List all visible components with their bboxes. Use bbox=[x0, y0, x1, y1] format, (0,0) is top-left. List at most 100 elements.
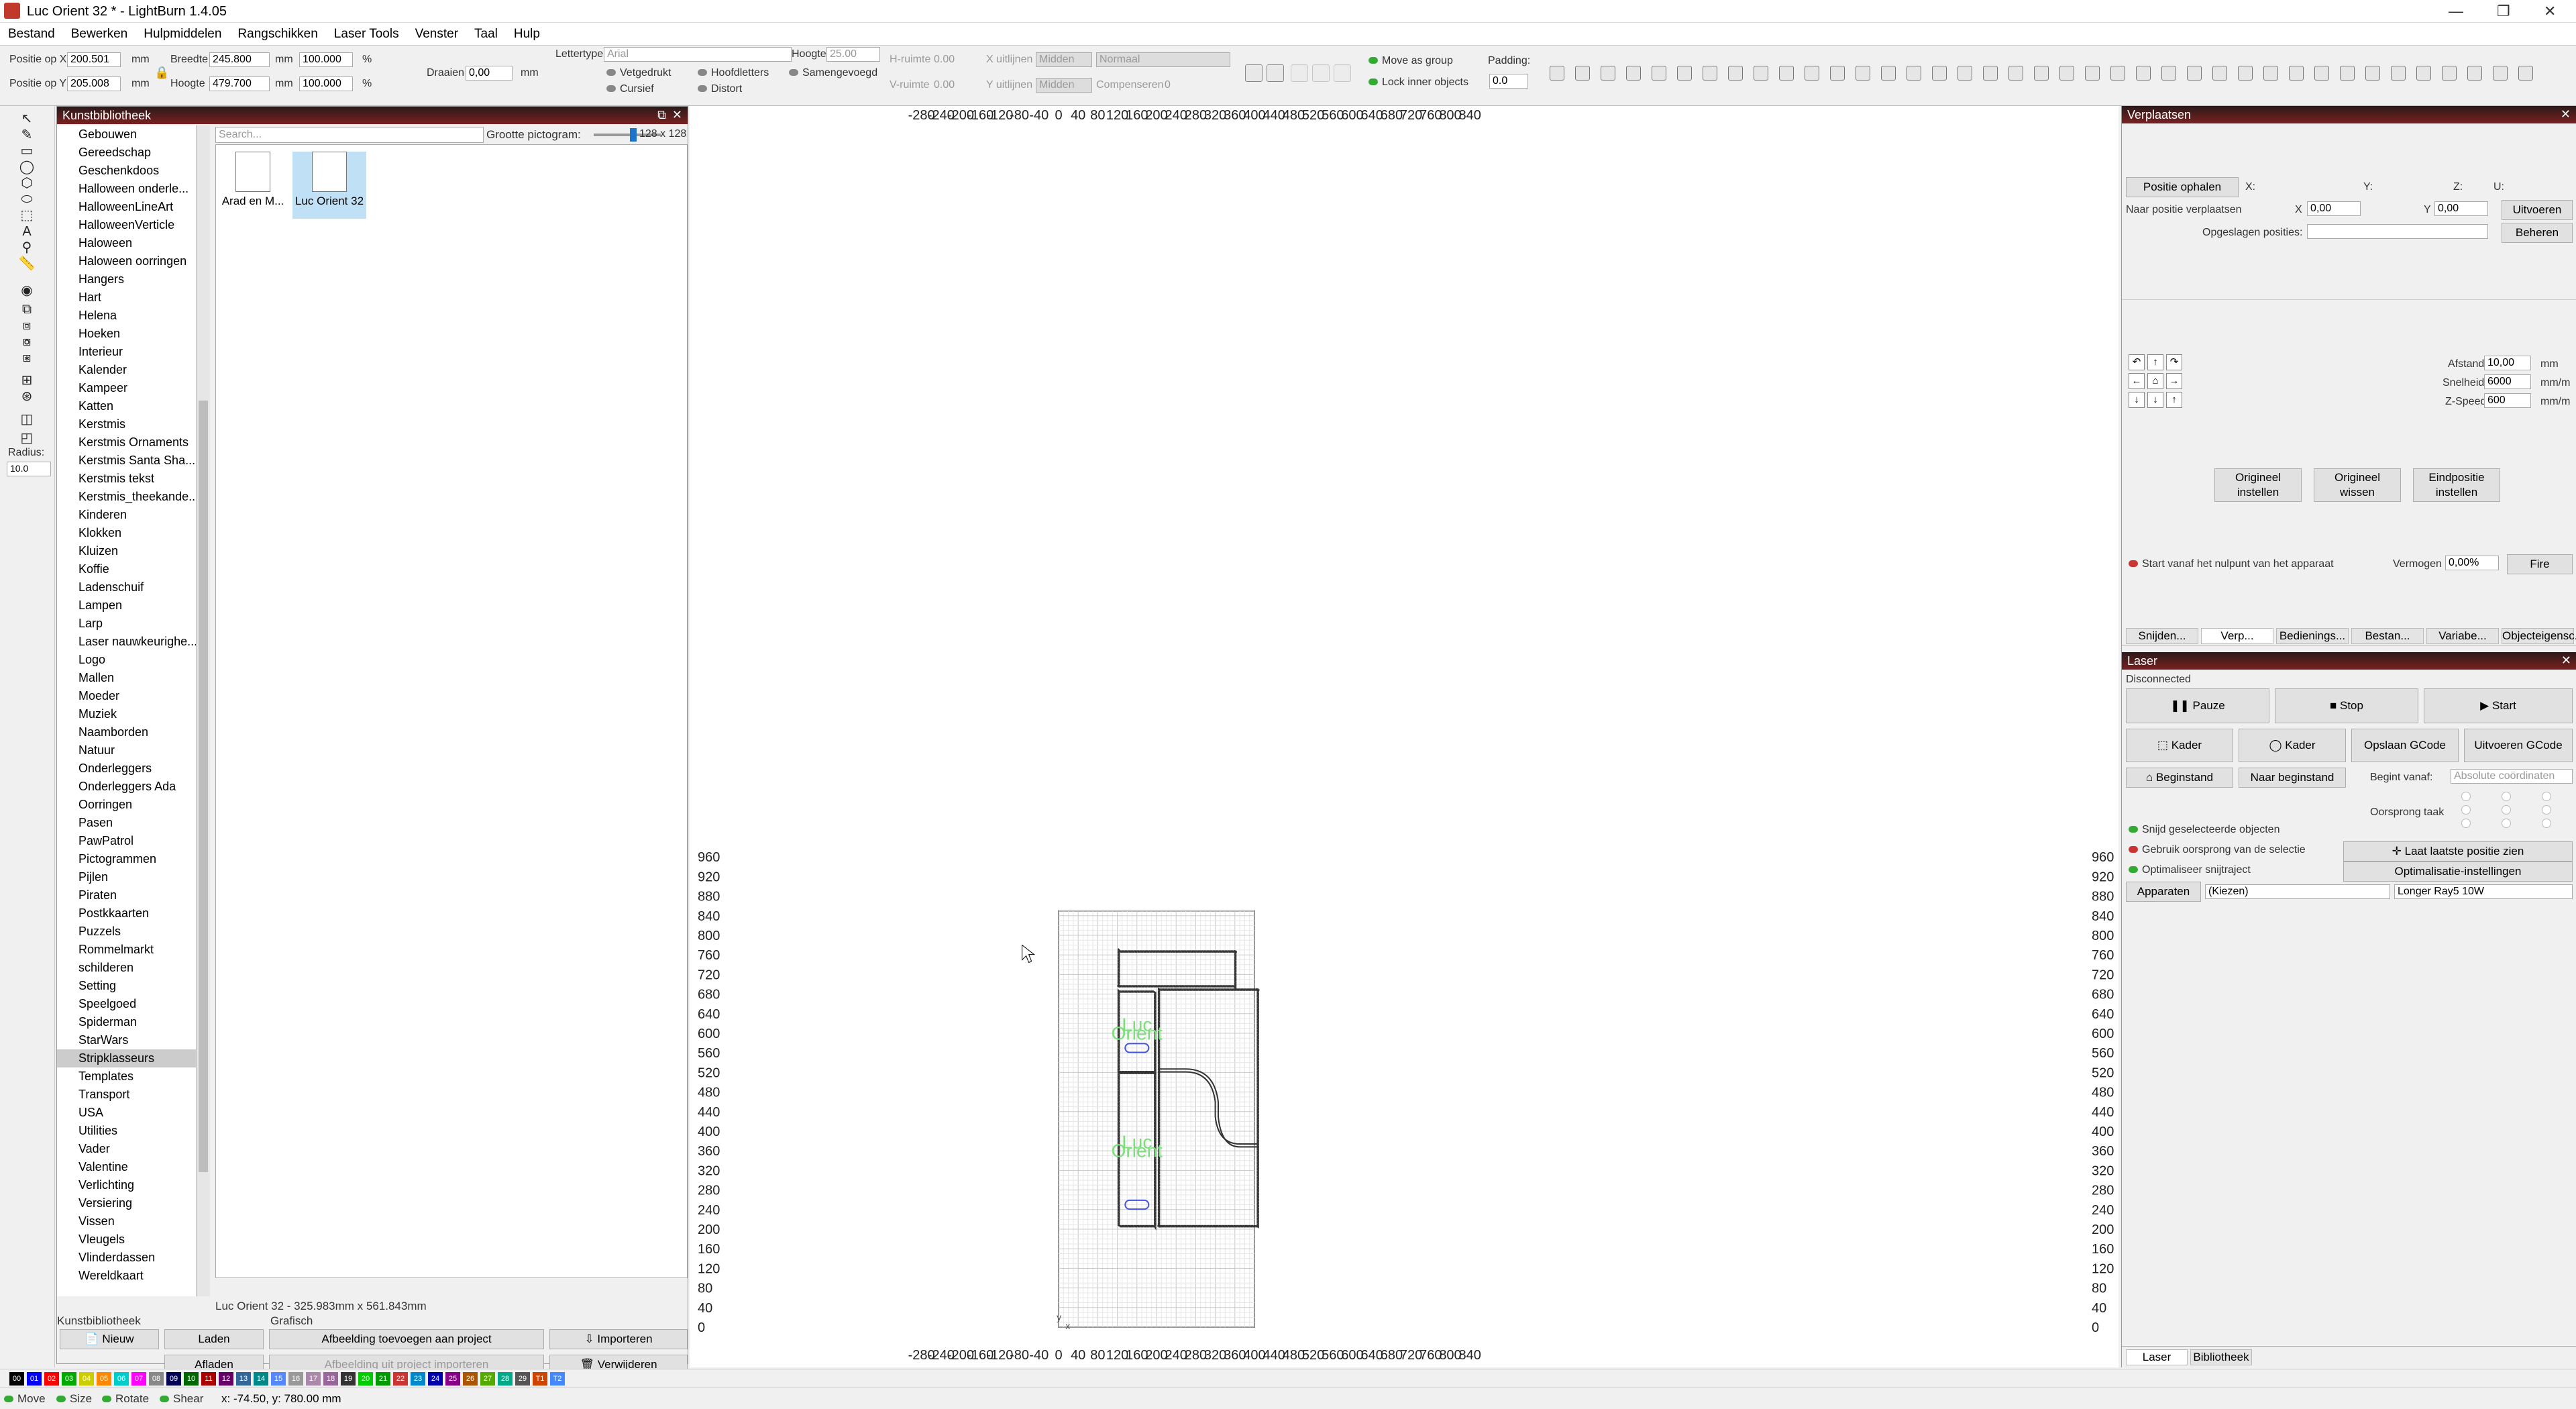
color-swatch[interactable]: 27 bbox=[480, 1372, 495, 1386]
intersect-icon[interactable]: ⧈ bbox=[17, 318, 36, 333]
lock-icon[interactable]: 🔒 bbox=[154, 66, 169, 80]
text-tool-icon[interactable]: A bbox=[17, 224, 36, 239]
start-button[interactable]: ▶ Start bbox=[2424, 688, 2573, 723]
jog-arrow-icon[interactable]: → bbox=[2166, 373, 2182, 389]
category-item[interactable]: Geschenkdoos bbox=[57, 162, 196, 180]
minimize-icon[interactable]: — bbox=[2449, 3, 2463, 20]
rectangle-icon[interactable]: ▭ bbox=[17, 144, 36, 158]
group-icon[interactable] bbox=[2085, 66, 2100, 81]
add-art-button[interactable]: Afbeelding toevoegen aan project bbox=[269, 1329, 544, 1349]
cut-icon[interactable] bbox=[1728, 66, 1743, 81]
xalign-select[interactable]: Midden bbox=[1036, 52, 1092, 67]
tab-move_panel.tabs-5[interactable]: Objecteigensc... bbox=[2502, 628, 2576, 644]
job-origin-radio[interactable] bbox=[2542, 819, 2551, 828]
category-scrollbar[interactable] bbox=[197, 125, 210, 1296]
menu-tools[interactable]: Hulpmiddelen bbox=[136, 23, 229, 45]
text-path-icon[interactable] bbox=[1267, 64, 1284, 82]
move-as-group-toggle[interactable]: Move as group bbox=[1368, 55, 1453, 67]
job-origin-radio[interactable] bbox=[2502, 792, 2511, 801]
job-origin-radio[interactable] bbox=[2461, 792, 2471, 801]
corner-icon[interactable]: ◰ bbox=[17, 431, 36, 446]
category-item[interactable]: Klokken bbox=[57, 524, 196, 542]
copy-icon[interactable] bbox=[1754, 66, 1768, 81]
import-button[interactable]: ⇩ Importeren bbox=[549, 1329, 688, 1349]
color-swatch[interactable]: 06 bbox=[114, 1372, 129, 1386]
text-mode-select[interactable]: Normaal bbox=[1096, 52, 1230, 67]
scale-h-field[interactable]: 100.000 bbox=[299, 76, 353, 91]
pos-x-field[interactable]: 200.501 bbox=[67, 52, 121, 67]
align-middle-icon[interactable] bbox=[2289, 66, 2304, 81]
category-item[interactable]: Hart bbox=[57, 289, 196, 307]
padding-field[interactable]: 0.0 bbox=[1489, 74, 1528, 89]
category-item[interactable]: Lampen bbox=[57, 596, 196, 615]
start-from-zero-toggle[interactable]: Start vanaf het nulpunt van het apparaat bbox=[2129, 558, 2334, 570]
scale-w-field[interactable]: 100.000 bbox=[299, 52, 353, 67]
engrave-text-1-line2[interactable]: Orient bbox=[1112, 1023, 1163, 1043]
save-gcode-button[interactable]: Opslaan GCode bbox=[2351, 729, 2459, 762]
engrave-text-2-line2[interactable]: Orient bbox=[1112, 1141, 1163, 1161]
category-item[interactable]: Kalender bbox=[57, 361, 196, 379]
color-swatch[interactable]: 16 bbox=[288, 1372, 303, 1386]
category-item[interactable]: Hoeken bbox=[57, 325, 196, 343]
jog-arrow-icon[interactable]: ⌂ bbox=[2147, 373, 2163, 389]
delete-icon[interactable] bbox=[1805, 66, 1819, 81]
category-item[interactable]: Vleugels bbox=[57, 1231, 196, 1249]
save-as-icon[interactable] bbox=[1626, 66, 1641, 81]
tab-laser_panel.bottom_tabs-0[interactable]: Laser bbox=[2126, 1349, 2188, 1365]
category-item[interactable]: Halloween onderle... bbox=[57, 180, 196, 198]
category-item[interactable]: Laser nauwkeurighe... bbox=[57, 633, 196, 651]
job-origin-radio[interactable] bbox=[2461, 819, 2471, 828]
settings-icon[interactable] bbox=[2008, 66, 2023, 81]
jog-arrow-icon[interactable]: ↷ bbox=[2166, 354, 2182, 370]
speed-field[interactable]: 6000 bbox=[2484, 374, 2531, 389]
color-swatch[interactable]: 22 bbox=[393, 1372, 408, 1386]
category-item[interactable]: Ladenschuif bbox=[57, 578, 196, 596]
category-item[interactable]: Valentine bbox=[57, 1158, 196, 1176]
measure-icon[interactable]: 📏 bbox=[17, 256, 36, 271]
category-item[interactable]: Spiderman bbox=[57, 1013, 196, 1031]
select-tool-icon[interactable]: ↖ bbox=[17, 111, 36, 126]
color-swatch[interactable]: 21 bbox=[376, 1372, 390, 1386]
category-item[interactable]: Kerstmis_theekande... bbox=[57, 488, 196, 506]
category-item[interactable]: Transport bbox=[57, 1086, 196, 1104]
color-swatch[interactable]: 23 bbox=[411, 1372, 425, 1386]
caps-toggle[interactable]: Hoofdletters bbox=[698, 67, 769, 79]
height-field[interactable]: 479.700 bbox=[209, 76, 270, 91]
go-to-home-button[interactable]: Naar beginstand bbox=[2239, 768, 2346, 788]
undo-icon[interactable] bbox=[1677, 66, 1692, 81]
color-swatch[interactable]: 28 bbox=[498, 1372, 513, 1386]
menu-language[interactable]: Taal bbox=[466, 23, 506, 45]
color-swatch[interactable]: 14 bbox=[254, 1372, 268, 1386]
power-field[interactable]: 0,00% bbox=[2445, 556, 2499, 570]
category-item[interactable]: Moeder bbox=[57, 687, 196, 705]
menu-help[interactable]: Hulp bbox=[506, 23, 548, 45]
monitor-icon[interactable] bbox=[1983, 66, 1998, 81]
color-swatch[interactable]: 01 bbox=[27, 1372, 42, 1386]
bold-toggle[interactable]: Vetgedrukt bbox=[606, 67, 672, 79]
camera-icon[interactable] bbox=[1957, 66, 1972, 81]
art-item-luc-orient[interactable]: Luc Orient 32 bbox=[292, 152, 366, 219]
load-library-button[interactable]: Laden bbox=[164, 1329, 264, 1349]
frame-button[interactable]: ⬚ Kader bbox=[2126, 729, 2233, 762]
frame-icon[interactable] bbox=[1932, 66, 1947, 81]
color-swatch[interactable]: 03 bbox=[62, 1372, 76, 1386]
align-center-icon[interactable] bbox=[2212, 66, 2227, 81]
category-item[interactable]: Utilities bbox=[57, 1122, 196, 1140]
category-item[interactable]: HalloweenVerticle bbox=[57, 216, 196, 234]
category-item[interactable]: Helena bbox=[57, 307, 196, 325]
ungroup-icon[interactable] bbox=[2110, 66, 2125, 81]
cut-shapes-icon[interactable]: ⧆ bbox=[17, 350, 36, 365]
tools-icon[interactable] bbox=[2034, 66, 2049, 81]
color-swatch[interactable]: 04 bbox=[79, 1372, 94, 1386]
rotate-field[interactable]: 0,00 bbox=[466, 66, 513, 81]
distort-toggle[interactable]: Distort bbox=[698, 83, 742, 95]
boolean-icon[interactable]: ◉ bbox=[17, 283, 36, 298]
color-swatch[interactable]: T1 bbox=[533, 1372, 547, 1386]
offset-icon[interactable]: ⬚ bbox=[17, 208, 36, 223]
manage-button[interactable]: Beheren bbox=[2502, 223, 2573, 243]
device-select[interactable]: Longer Ray5 10W bbox=[2394, 884, 2573, 899]
color-swatch[interactable]: 24 bbox=[428, 1372, 443, 1386]
pause-button[interactable]: ❚❚ Pauze bbox=[2126, 688, 2269, 723]
snap-icon[interactable] bbox=[2416, 66, 2431, 81]
get-position-button[interactable]: Positie ophalen bbox=[2126, 177, 2239, 197]
